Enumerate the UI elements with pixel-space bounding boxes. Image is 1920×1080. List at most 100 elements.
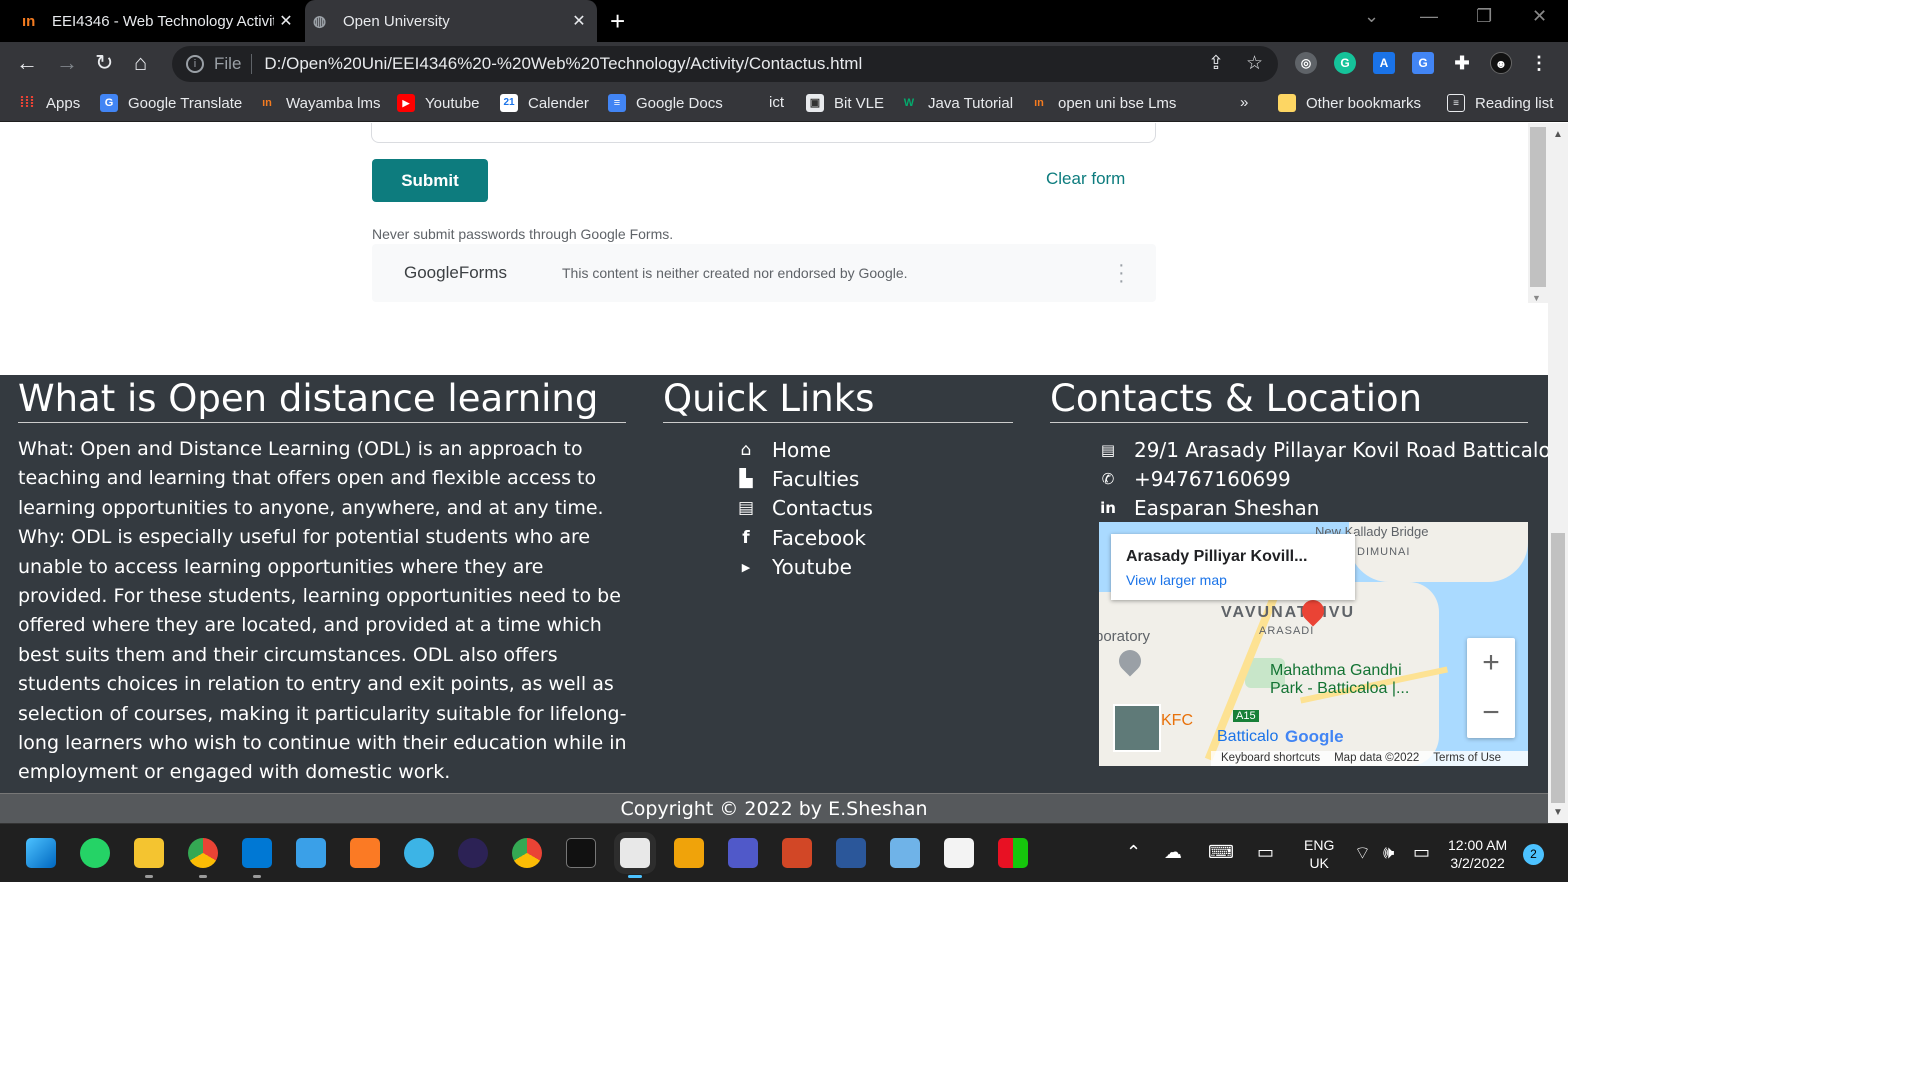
scroll-up-icon[interactable]: ▲	[1553, 129, 1563, 140]
link-contactus[interactable]: ▤ Contactus	[736, 494, 873, 523]
bookmark-java-tutorial[interactable]: W Java Tutorial	[900, 94, 1013, 112]
onedrive-icon[interactable]: ☁	[1164, 842, 1182, 863]
package-icon[interactable]	[674, 838, 704, 868]
home-icon[interactable]: ⌂	[134, 50, 147, 76]
scrollbar-thumb[interactable]	[1530, 127, 1546, 287]
more-options-icon[interactable]: · · ·	[1118, 255, 1125, 291]
file-explorer-icon[interactable]	[134, 838, 164, 868]
reload-icon[interactable]: ↻	[95, 50, 113, 76]
iframe-scrollbar[interactable]: ▲ ▼	[1528, 123, 1548, 303]
bookmark-google-docs[interactable]: ≡ Google Docs	[608, 94, 723, 112]
map-label: Batticalo	[1217, 728, 1279, 745]
battery-icon[interactable]: ▭	[1413, 842, 1430, 863]
extension-icon[interactable]: ◎	[1295, 52, 1317, 74]
vle-icon: ▣	[806, 94, 824, 112]
zoom-in-button[interactable]: +	[1467, 638, 1515, 688]
whatsapp-icon[interactable]	[80, 838, 110, 868]
other-bookmarks[interactable]: Other bookmarks	[1278, 94, 1421, 112]
font-extension-icon[interactable]: A	[1373, 52, 1395, 74]
bookmark-wayamba-lms[interactable]: ın Wayamba lms	[258, 94, 380, 112]
volume-icon[interactable]: 🕪	[1383, 842, 1394, 863]
virtualbox-icon[interactable]	[890, 838, 920, 868]
close-window-icon[interactable]: ✕	[1532, 6, 1547, 27]
embedded-map[interactable]: New Kallady Bridge DIMUNAI VAVUNATHIVU A…	[1099, 522, 1528, 766]
url-text[interactable]: D:/Open%20Uni/EEI4346%20-%20Web%20Techno…	[264, 54, 862, 74]
translate-icon[interactable]: G	[1412, 52, 1434, 74]
chevron-right-icon: »	[1240, 94, 1249, 111]
industry-icon: ▙	[739, 469, 753, 490]
keyboard-shortcuts-link[interactable]: Keyboard shortcuts	[1221, 751, 1320, 766]
bookmark-label: open uni bse Lms	[1058, 94, 1177, 112]
scroll-down-icon[interactable]: ▼	[1553, 807, 1563, 818]
link-home[interactable]: ⌂ Home	[736, 435, 873, 464]
link-label: Youtube	[772, 555, 852, 580]
avatar[interactable]: ☻	[1490, 52, 1512, 74]
close-icon[interactable]: ✕	[274, 11, 298, 31]
link-facebook[interactable]: f Facebook	[736, 523, 873, 552]
link-faculties[interactable]: ▙ Faculties	[736, 464, 873, 493]
reading-list[interactable]: ≡ Reading list	[1447, 94, 1553, 112]
bookmark-star-icon[interactable]: ☆	[1246, 52, 1263, 75]
back-icon[interactable]: ←	[16, 50, 38, 76]
word-icon[interactable]	[836, 838, 866, 868]
xampp-icon[interactable]	[350, 838, 380, 868]
tab-search-icon[interactable]: ⌄	[1364, 6, 1379, 27]
minimize-icon[interactable]: —	[1420, 6, 1438, 27]
keyboard-icon[interactable]: ⌨	[1208, 842, 1234, 863]
contact-linkedin[interactable]: in Easparan Sheshan	[1098, 494, 1563, 523]
chrome-icon[interactable]	[188, 838, 218, 868]
document-icon[interactable]	[944, 838, 974, 868]
scrollbar-thumb[interactable]	[1551, 533, 1565, 803]
moodle-icon: ın	[22, 12, 36, 30]
restore-icon[interactable]: ❐	[1476, 6, 1492, 27]
tablet-mode-icon[interactable]: ▭	[1257, 842, 1274, 863]
submit-button[interactable]: Submit	[372, 159, 488, 202]
puzzle-icon[interactable]: ✚	[1451, 52, 1473, 74]
powerpoint-icon[interactable]	[782, 838, 812, 868]
notification-badge[interactable]: 2	[1523, 844, 1544, 865]
app-grid-icon[interactable]	[998, 838, 1028, 868]
teams-icon[interactable]	[728, 838, 758, 868]
scroll-down-icon[interactable]: ▼	[1532, 293, 1541, 303]
bookmark-google-translate[interactable]: G Google Translate	[100, 94, 242, 112]
terminal-icon[interactable]	[566, 838, 596, 868]
terms-of-use-link[interactable]: Terms of Use	[1433, 751, 1501, 766]
grammarly-icon[interactable]: G	[1334, 52, 1356, 74]
notepad-icon[interactable]	[296, 838, 326, 868]
page-scrollbar[interactable]: ▲ ▼	[1548, 123, 1568, 823]
eclipse-icon[interactable]	[458, 838, 488, 868]
vscode-icon[interactable]	[242, 838, 272, 868]
tab-web-technology[interactable]: ın EEI4346 - Web Technology Activit ✕	[14, 0, 304, 42]
bookmark-bit-vle[interactable]: ▣ Bit VLE	[806, 94, 884, 112]
bookmark-youtube[interactable]: ▶ Youtube	[397, 94, 480, 112]
info-icon[interactable]: i	[186, 55, 204, 73]
home-icon: ⌂	[740, 439, 752, 460]
tab-open-university[interactable]: ◍ Open University ✕	[305, 0, 597, 42]
new-tab-button[interactable]: +	[610, 6, 625, 37]
clear-form-button[interactable]: Clear form	[1046, 169, 1125, 189]
bookmark-apps[interactable]: ⁞⁞⁞ Apps	[18, 94, 81, 112]
bookmark-ict[interactable]: ict	[769, 94, 784, 111]
view-larger-map-link[interactable]: View larger map	[1126, 572, 1227, 588]
language-indicator[interactable]: ENG UK	[1304, 836, 1334, 872]
address-bar[interactable]: i File D:/Open%20Uni/EEI4346%20-%20Web%2…	[172, 46, 1278, 82]
site-footer: What is Open distance learning Quick Lin…	[0, 375, 1563, 823]
bookmark-open-uni-lms[interactable]: ın open uni bse Lms	[1030, 94, 1176, 112]
google-forms-logo[interactable]: GoogleForms	[404, 263, 507, 283]
share-icon[interactable]: ⇪	[1208, 52, 1224, 75]
chevron-up-icon[interactable]: ⌃	[1126, 842, 1141, 863]
link-youtube[interactable]: ▶ Youtube	[736, 553, 873, 582]
wifi-icon[interactable]: ⌔	[1354, 842, 1371, 865]
clock[interactable]: 12:00 AM 3/2/2022	[1448, 836, 1507, 872]
snipping-tool-icon[interactable]	[620, 838, 650, 868]
chrome-profile-icon[interactable]	[512, 838, 542, 868]
zoom-out-button[interactable]: −	[1467, 688, 1515, 738]
forward-icon[interactable]: →	[56, 50, 78, 76]
menu-icon[interactable]: ⋮	[1528, 52, 1550, 74]
bookmarks-overflow-button[interactable]: »	[1240, 94, 1248, 111]
satellite-toggle[interactable]	[1113, 704, 1161, 752]
start-icon[interactable]	[26, 838, 56, 868]
paint-icon[interactable]	[404, 838, 434, 868]
close-icon[interactable]: ✕	[567, 11, 591, 31]
bookmark-calender[interactable]: 21 Calender	[500, 94, 589, 112]
